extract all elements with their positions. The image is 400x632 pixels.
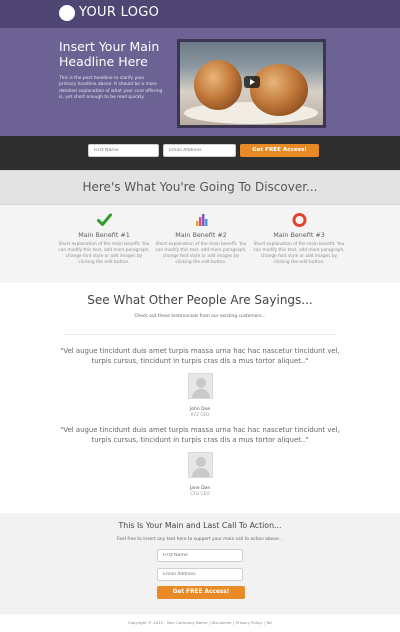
- footer-text: Copyright © 2015 . Your Company Name | D…: [127, 620, 273, 625]
- first-name-field[interactable]: [88, 144, 159, 157]
- testimonial-role: XYZ CEO: [190, 413, 210, 418]
- video-player[interactable]: [177, 39, 326, 128]
- divider: [65, 334, 335, 335]
- site-footer: Copyright © 2015 . Your Company Name | D…: [0, 613, 400, 632]
- privacy-policy-link[interactable]: Privacy Policy: [236, 620, 263, 625]
- logo-icon: [59, 5, 75, 21]
- final-cta-section: This Is Your Main and Last Call To Actio…: [0, 513, 400, 613]
- benefit-description: Short explanation of the main benefit. Y…: [58, 242, 150, 265]
- avatar: [188, 452, 213, 478]
- benefit-description: Short explanation of the main benefit. Y…: [155, 242, 247, 265]
- email-field[interactable]: [163, 144, 236, 157]
- avatar: [188, 373, 213, 399]
- avatar-head: [196, 378, 206, 388]
- benefit-title: Main Benefit #3: [273, 231, 325, 239]
- avatar-body: [192, 389, 210, 398]
- logo-text: YOUR LOGO: [79, 5, 160, 20]
- benefit-title: Main Benefit #1: [78, 231, 130, 239]
- final-cta-title: This Is Your Main and Last Call To Actio…: [118, 521, 282, 530]
- copyright-text: Copyright © 2015 . Your Company Name: [127, 620, 208, 625]
- testimonial-quote: "Vel augue tincidunt duis amet turpis ma…: [60, 347, 340, 365]
- benefit-item: Main Benefit #1 Short explanation of the…: [58, 205, 150, 266]
- optin-bar: Get FREE Access!: [0, 136, 400, 170]
- bar-chart-icon: [194, 212, 209, 226]
- pastry-shape: [250, 64, 308, 116]
- avatar-head: [196, 457, 206, 467]
- benefits-section: Main Benefit #1 Short explanation of the…: [0, 205, 400, 283]
- benefit-item: Main Benefit #3 Short explanation of the…: [253, 205, 345, 266]
- disclaimer-link[interactable]: Disclaimer: [211, 620, 232, 625]
- discover-title: Here's What You're Going To Discover...: [82, 180, 318, 194]
- toc-link[interactable]: Toc: [266, 620, 272, 625]
- benefit-description: Short explanation of the main benefit. Y…: [253, 242, 345, 265]
- benefit-item: Main Benefit #2 Short explanation of the…: [155, 205, 247, 266]
- testimonials-title: See What Other People Are Sayings...: [87, 293, 313, 307]
- final-cta-subtitle: Feel free to insert any text here to sup…: [117, 537, 283, 542]
- hero-section: Insert Your Main Headline Here This is t…: [0, 28, 400, 136]
- pastry-shape: [194, 60, 242, 110]
- benefit-title: Main Benefit #2: [175, 231, 227, 239]
- play-icon[interactable]: [244, 76, 260, 88]
- testimonial-quote: "Vel augue tincidunt duis amet turpis ma…: [60, 426, 340, 444]
- first-name-field[interactable]: [157, 549, 243, 562]
- video-thumbnail: [180, 42, 323, 125]
- site-header: YOUR LOGO: [0, 0, 400, 28]
- checkmark-icon: [96, 212, 112, 226]
- lifebuoy-icon: [292, 212, 307, 227]
- testimonials-subtitle: Check out these testimonials from our ex…: [134, 314, 266, 319]
- get-free-access-button[interactable]: Get FREE Access!: [240, 144, 319, 157]
- avatar-body: [192, 468, 210, 477]
- get-free-access-button[interactable]: Get FREE Access!: [157, 586, 245, 599]
- discover-section: Here's What You're Going To Discover...: [0, 170, 400, 205]
- email-field[interactable]: [157, 568, 243, 581]
- hero-headline: Insert Your Main Headline Here: [59, 39, 160, 69]
- hero-subheadline: This is the post headline to clarify you…: [59, 76, 163, 100]
- testimonial-role: CFG CEO: [190, 492, 210, 497]
